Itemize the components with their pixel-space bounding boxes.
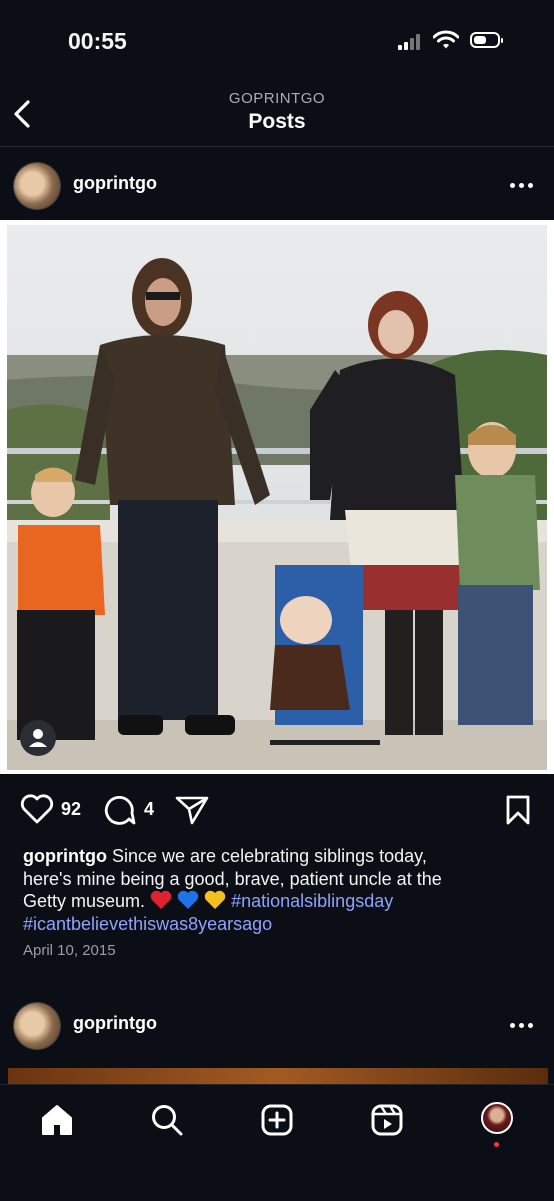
post-date: April 10, 2015 (23, 942, 116, 959)
cellular-signal-icon (398, 34, 424, 50)
comment-count[interactable]: 4 (144, 799, 154, 820)
hashtag-link[interactable]: #nationalsiblingsday (231, 891, 393, 911)
hashtag-link[interactable]: #icantbelievethiswas8yearsago (23, 914, 272, 934)
next-post-header: goprintgo (0, 987, 554, 1061)
blue-heart-icon (177, 890, 199, 909)
more-options-icon[interactable] (510, 1023, 534, 1029)
notification-dot (494, 1142, 499, 1147)
share-send-icon[interactable] (174, 794, 210, 826)
post-actions: 92 4 (0, 786, 554, 832)
caption-text-1: Since we are celebrating siblings today, (112, 846, 427, 866)
save-bookmark-icon[interactable] (505, 794, 531, 826)
post-header: goprintgo (0, 147, 554, 221)
create-post-icon[interactable] (260, 1103, 294, 1137)
status-time: 00:55 (68, 28, 127, 54)
post-caption: goprintgo Since we are celebrating sibli… (23, 845, 533, 935)
home-icon[interactable] (40, 1103, 74, 1137)
comment-icon[interactable] (103, 794, 137, 826)
caption-username[interactable]: goprintgo (23, 846, 107, 866)
profile-avatar[interactable] (481, 1102, 513, 1134)
wifi-icon (433, 30, 459, 49)
like-heart-icon[interactable] (20, 794, 54, 824)
post-photo[interactable] (0, 220, 554, 774)
bottom-tab-bar (0, 1084, 554, 1201)
page-title: Posts (248, 110, 306, 133)
reels-icon[interactable] (370, 1103, 404, 1137)
post-username[interactable]: goprintgo (73, 173, 157, 194)
avatar[interactable] (14, 163, 60, 209)
red-heart-icon (150, 890, 172, 909)
like-count[interactable]: 92 (61, 799, 81, 820)
status-bar: 00:55 (0, 0, 554, 80)
account-name: GOPRINTGO (228, 90, 326, 107)
family-photo-illustration (7, 225, 547, 770)
yellow-heart-icon (204, 890, 226, 909)
avatar[interactable] (14, 1003, 60, 1049)
search-icon[interactable] (150, 1103, 184, 1137)
tagged-people-icon[interactable] (20, 720, 56, 756)
post-username[interactable]: goprintgo (73, 1013, 157, 1034)
battery-icon (470, 32, 503, 48)
more-options-icon[interactable] (510, 183, 534, 189)
caption-text-3: Getty museum. (23, 891, 146, 911)
nav-header: GOPRINTGO Posts (0, 80, 554, 147)
caption-text-2: here's mine being a good, brave, patient… (23, 868, 442, 889)
